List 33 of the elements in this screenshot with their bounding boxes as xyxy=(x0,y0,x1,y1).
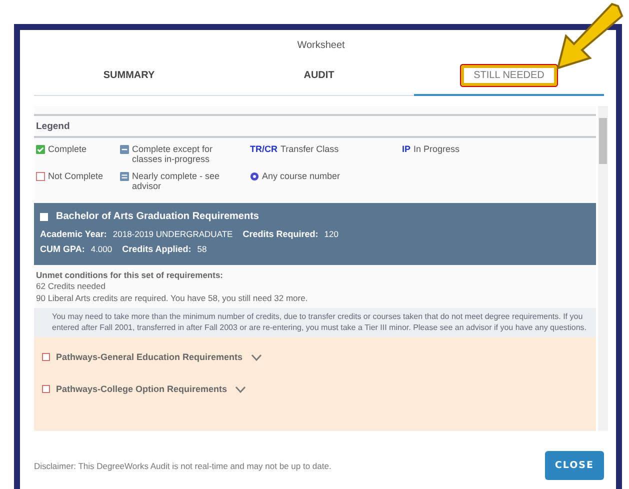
legend-label: Nearly complete - see advisor xyxy=(132,171,221,191)
checkbox[interactable] xyxy=(42,353,50,362)
note-text: You may need to take more than the minimum number of credits, due to transfer credits or courses taken that do not meet degree requirements. If you entered after Fall 2001, transferred in after Fall 2003 or are re-entering, you must take a Tier III minor. Please see an advisor if you have any questions. xyxy=(34,308,596,338)
section-title[interactable]: Pathways-College Option Requirements xyxy=(56,384,228,394)
dialog-title: Worksheet xyxy=(296,40,346,51)
requirement-title: Bachelor of Arts Graduation Requirements xyxy=(56,211,259,222)
checkbox[interactable] xyxy=(42,385,50,394)
legend-label: TR/CR Transfer Class xyxy=(250,144,339,154)
field-text: Credits Required: 120 xyxy=(242,229,338,239)
close-button[interactable]: CLOSE xyxy=(544,451,604,480)
tab[interactable]: SUMMARY xyxy=(34,59,224,96)
section-title[interactable]: Pathways-General Education Requirements xyxy=(56,352,243,362)
lines-box-icon xyxy=(120,172,129,181)
circle-icon xyxy=(250,172,259,181)
legend-label: Any course number xyxy=(262,171,340,181)
legend-title: Legend xyxy=(34,116,596,138)
tab[interactable]: AUDIT xyxy=(224,59,414,96)
minus-box-icon xyxy=(120,145,129,154)
legend-label: Complete except for classes in-progress xyxy=(132,144,214,164)
disclaimer-text: Disclaimer: This DegreeWorks Audit is not real-time and may not be up to date. xyxy=(34,460,332,470)
checkbox[interactable] xyxy=(40,212,48,220)
legend-label: Complete xyxy=(48,144,87,154)
field-text: Academic Year: 2018-2019 UNDERGRADUATE xyxy=(40,229,233,239)
scrollbar[interactable] xyxy=(598,106,608,431)
chevron-icon[interactable] xyxy=(250,354,262,361)
field-text: Credits Applied: 58 xyxy=(122,244,207,254)
unmet-title: Unmet conditions for this set of requirements: xyxy=(36,270,224,282)
chevron-icon[interactable] xyxy=(235,386,246,393)
legend-label: Not Complete xyxy=(48,171,104,181)
legend-label: IP In Progress xyxy=(402,144,460,154)
unmet-line: 90 Liberal Arts credits are required. You have 58, you still need 32 more. xyxy=(36,292,309,304)
field-text: CUM GPA: 4.000 xyxy=(40,244,112,254)
unmet-line: 62 Credits needed xyxy=(36,281,106,293)
